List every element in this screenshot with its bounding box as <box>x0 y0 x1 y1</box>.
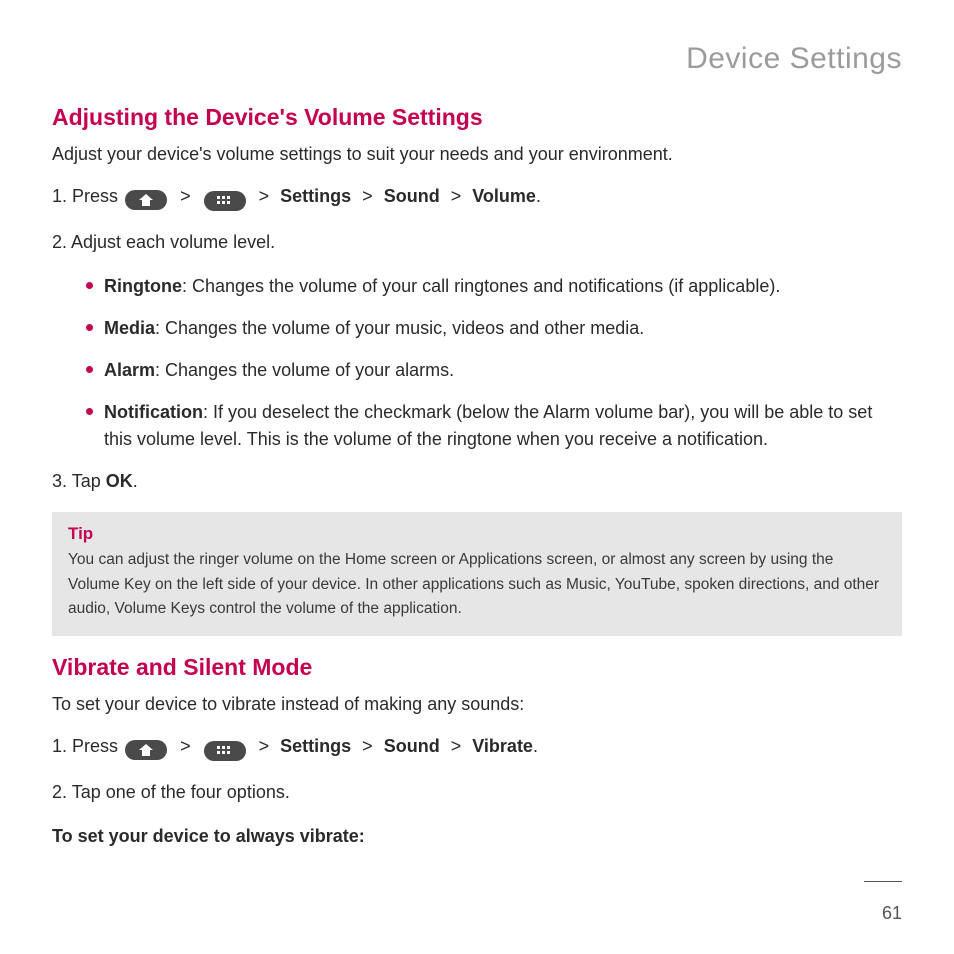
page-header: Device Settings <box>52 42 902 76</box>
home-key-icon <box>125 740 167 760</box>
bullet-text: : If you deselect the checkmark (below t… <box>104 402 872 448</box>
bullet-label: Notification <box>104 402 203 422</box>
bullet-text: : Changes the volume of your call ringto… <box>182 276 780 296</box>
bullet-label: Alarm <box>104 360 155 380</box>
path-settings: Settings <box>280 186 351 206</box>
section-title-volume: Adjusting the Device's Volume Settings <box>52 104 902 131</box>
path-sound: Sound <box>384 186 440 206</box>
sep: > <box>259 736 270 756</box>
step-2: 2. Adjust each volume level. <box>52 229 902 255</box>
subheading-always-vibrate: To set your device to always vibrate: <box>52 823 902 849</box>
intro-text: Adjust your device's volume settings to … <box>52 141 902 167</box>
bullet-text: : Changes the volume of your alarms. <box>155 360 454 380</box>
bullet-label: Ringtone <box>104 276 182 296</box>
bullet-label: Media <box>104 318 155 338</box>
period: . <box>133 471 138 491</box>
step-2b: 2. Tap one of the four options. <box>52 779 902 805</box>
step-3: 3. Tap OK. <box>52 468 902 494</box>
path-vibrate: Vibrate <box>472 736 533 756</box>
list-item: Ringtone: Changes the volume of your cal… <box>86 273 902 299</box>
period: . <box>533 736 538 756</box>
section-title-vibrate: Vibrate and Silent Mode <box>52 654 902 681</box>
step-text: 1. Press <box>52 736 118 756</box>
list-item: Media: Changes the volume of your music,… <box>86 315 902 341</box>
list-item: Alarm: Changes the volume of your alarms… <box>86 357 902 383</box>
step-text: 1. Press <box>52 186 118 206</box>
step-text: 3. Tap <box>52 471 106 491</box>
path-volume: Volume <box>472 186 536 206</box>
home-key-icon <box>125 190 167 210</box>
path-sound: Sound <box>384 736 440 756</box>
bullet-text: : Changes the volume of your music, vide… <box>155 318 644 338</box>
sep: > <box>451 186 462 206</box>
sep: > <box>451 736 462 756</box>
manual-page: Device Settings Adjusting the Device's V… <box>0 0 954 954</box>
apps-key-icon <box>204 191 246 211</box>
step-1b: 1. Press > > Settings > Sound > Vibrate. <box>52 733 902 761</box>
volume-bullets: Ringtone: Changes the volume of your cal… <box>52 273 902 451</box>
page-number: 61 <box>882 903 902 924</box>
ok-label: OK <box>106 471 133 491</box>
sep: > <box>180 736 191 756</box>
intro-text-2: To set your device to vibrate instead of… <box>52 691 902 717</box>
step-1: 1. Press > > Settings > Sound > Volume. <box>52 183 902 211</box>
sep: > <box>362 186 373 206</box>
apps-key-icon <box>204 741 246 761</box>
list-item: Notification: If you deselect the checkm… <box>86 399 902 451</box>
sep: > <box>180 186 191 206</box>
path-settings: Settings <box>280 736 351 756</box>
sep: > <box>259 186 270 206</box>
sep: > <box>362 736 373 756</box>
period: . <box>536 186 541 206</box>
tip-label: Tip <box>68 524 886 544</box>
tip-body: You can adjust the ringer volume on the … <box>68 548 886 622</box>
tip-box: Tip You can adjust the ringer volume on … <box>52 512 902 636</box>
